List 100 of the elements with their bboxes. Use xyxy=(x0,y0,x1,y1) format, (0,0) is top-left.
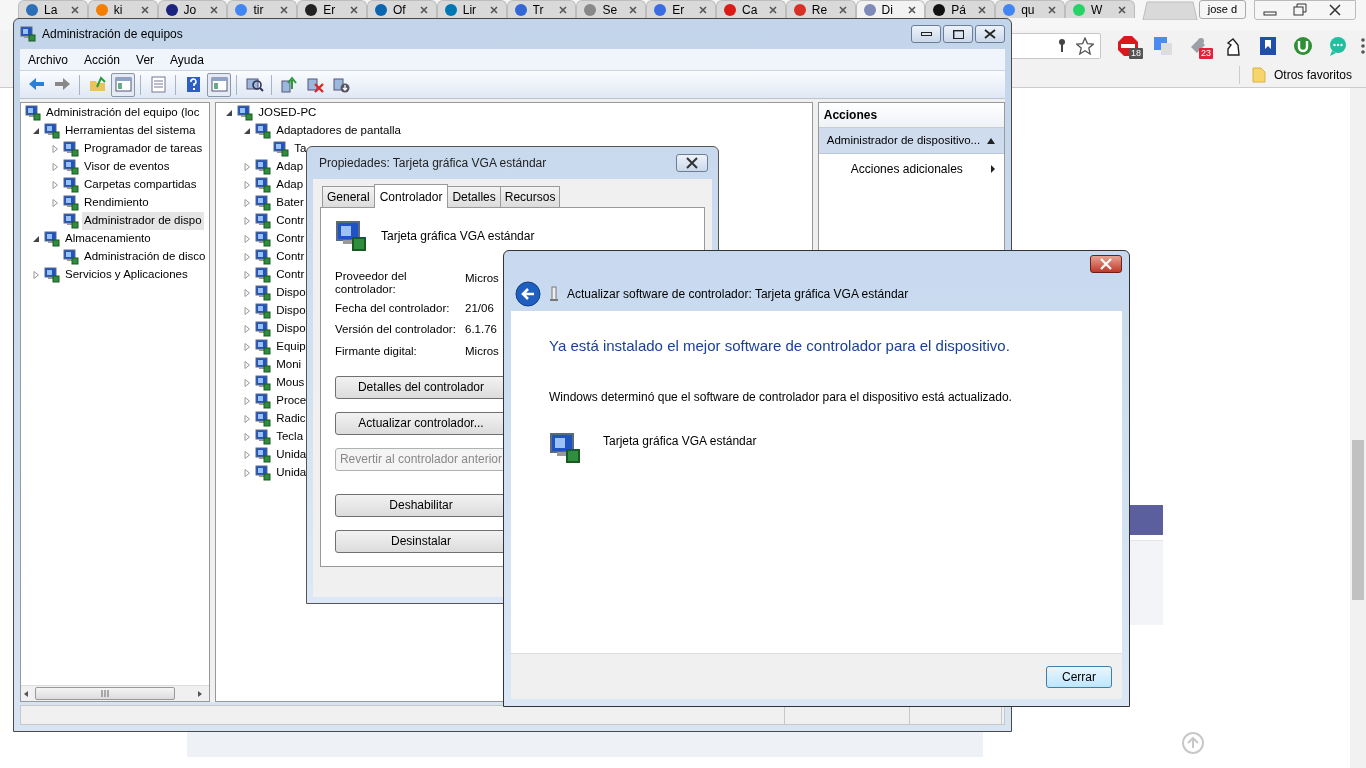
tree-item[interactable]: Dispo xyxy=(274,302,308,320)
menu-item[interactable]: Archivo xyxy=(20,50,76,69)
menu-item[interactable]: Acción xyxy=(76,50,129,69)
tab[interactable]: Recursos xyxy=(499,186,561,207)
tree-item[interactable]: Contr xyxy=(274,230,307,248)
tab[interactable]: Detalles xyxy=(447,186,501,207)
browser-tab[interactable]: La xyxy=(18,0,88,18)
torrent-icon[interactable] xyxy=(1292,35,1314,57)
close-icon[interactable] xyxy=(278,3,291,16)
browser-tab[interactable]: Pá xyxy=(925,0,996,18)
browser-tab[interactable]: ki xyxy=(87,0,158,18)
scrollbar-thumb[interactable] xyxy=(35,687,175,700)
expand-arrow-icon[interactable] xyxy=(242,306,253,316)
close-icon[interactable] xyxy=(487,3,500,16)
expand-arrow-icon[interactable] xyxy=(242,360,253,370)
close-icon[interactable] xyxy=(696,3,709,16)
minimize-button[interactable] xyxy=(911,25,941,43)
tree-item[interactable]: Servicios y Aplicaciones xyxy=(63,266,190,284)
tree-item[interactable]: Programador de tareas xyxy=(82,140,205,158)
browser-tab[interactable]: qu xyxy=(995,0,1065,18)
key-icon[interactable] xyxy=(1056,38,1068,54)
tree-item[interactable]: Administración del equipo (loc xyxy=(44,104,202,122)
menu-item[interactable]: Ver xyxy=(128,50,163,69)
tree-item[interactable]: Adap xyxy=(274,176,306,194)
tree-item[interactable]: Dispo xyxy=(274,320,308,338)
tree-item[interactable]: Unida xyxy=(274,464,309,482)
close-icon[interactable] xyxy=(68,3,81,16)
tree-item[interactable]: Carpetas compartidas xyxy=(82,176,199,194)
close-icon[interactable] xyxy=(836,3,849,16)
browser-tab[interactable]: Er xyxy=(646,0,716,18)
expand-arrow-icon[interactable] xyxy=(242,180,253,190)
browser-tab[interactable]: Of xyxy=(367,0,437,18)
profile-button[interactable]: jose d xyxy=(1198,0,1247,19)
tree-item[interactable]: Administración de disco xyxy=(82,248,208,266)
tree-item[interactable]: Contr xyxy=(274,248,307,266)
action-item[interactable]: Acciones adicionales xyxy=(818,154,1004,183)
browser-tab[interactable]: Lir xyxy=(436,0,507,18)
menu-icon[interactable] xyxy=(1360,37,1366,55)
tab[interactable]: General xyxy=(322,186,375,207)
expand-arrow-icon[interactable] xyxy=(50,198,60,208)
browser-tab[interactable]: Se xyxy=(576,0,647,18)
close-icon[interactable] xyxy=(417,3,430,16)
tree-item[interactable]: Rendimiento xyxy=(82,194,151,212)
browser-tab[interactable]: Di xyxy=(855,0,926,18)
browser-tab[interactable]: Tr xyxy=(506,0,577,18)
expand-arrow-icon[interactable] xyxy=(242,216,253,226)
expand-arrow-icon[interactable] xyxy=(242,324,253,334)
tree-item[interactable]: Herramientas del sistema xyxy=(63,122,198,140)
address-field[interactable] xyxy=(1012,33,1101,59)
close-icon[interactable] xyxy=(1115,3,1128,16)
close-icon[interactable] xyxy=(138,3,151,16)
bookmark-icon[interactable] xyxy=(1257,35,1279,57)
close-button[interactable] xyxy=(1090,255,1122,273)
collapse-arrow-icon[interactable] xyxy=(242,126,253,136)
tree-item[interactable]: Ta xyxy=(292,140,309,158)
expand-arrow-icon[interactable] xyxy=(31,270,41,280)
close-button[interactable] xyxy=(676,154,708,172)
tree-item[interactable]: Adap xyxy=(274,158,306,176)
close-icon[interactable] xyxy=(906,3,919,16)
tree-item[interactable]: Tecla xyxy=(274,428,306,446)
tree-item[interactable]: Almacenamiento xyxy=(63,230,153,248)
translate-icon[interactable] xyxy=(1152,35,1174,57)
expand-arrow-icon[interactable] xyxy=(242,234,253,244)
tree-item[interactable]: Contr xyxy=(274,266,307,284)
expand-arrow-icon[interactable] xyxy=(242,252,253,262)
browser-tab[interactable]: W xyxy=(1064,0,1135,18)
expand-arrow-icon[interactable] xyxy=(242,270,253,280)
expand-arrow-icon[interactable] xyxy=(242,288,253,298)
browser-tab[interactable]: Re xyxy=(785,0,856,18)
close-button[interactable]: Cerrar xyxy=(1046,665,1112,688)
tree-item[interactable]: JOSED-PC xyxy=(256,104,319,122)
expand-arrow-icon[interactable] xyxy=(242,342,253,352)
bookmark-link[interactable]: Otros favoritos xyxy=(1273,65,1352,84)
browser-tab[interactable]: Er xyxy=(297,0,367,18)
tab[interactable]: Controlador xyxy=(373,184,449,208)
browser-tab[interactable]: tir xyxy=(227,0,298,18)
collapse-arrow-icon[interactable] xyxy=(31,234,41,244)
star-icon[interactable] xyxy=(1076,37,1094,55)
tree-item[interactable]: Visor de eventos xyxy=(82,158,172,176)
expand-arrow-icon[interactable] xyxy=(50,180,60,190)
close-icon[interactable] xyxy=(766,3,779,16)
tree-item[interactable]: Bater xyxy=(274,194,306,212)
close-icon[interactable] xyxy=(348,3,360,16)
horizontal-scrollbar[interactable] xyxy=(21,685,210,701)
tree-item[interactable]: Radic xyxy=(274,410,308,428)
close-icon[interactable] xyxy=(208,3,221,16)
expand-arrow-icon[interactable] xyxy=(242,198,253,208)
tree-item[interactable]: Dispo xyxy=(274,284,308,302)
tree-item[interactable]: Moni xyxy=(274,356,304,374)
browser-tab[interactable]: Jo xyxy=(157,0,228,18)
pane-button[interactable] xyxy=(111,72,135,97)
tree-item[interactable]: Contr xyxy=(274,212,307,230)
tree-item[interactable]: Mous xyxy=(274,374,307,392)
tree-item[interactable]: Equip xyxy=(274,338,308,356)
tree-item[interactable]: Unida xyxy=(274,446,309,464)
menu-item[interactable]: Ayuda xyxy=(162,50,212,69)
close-icon[interactable] xyxy=(1045,3,1058,16)
expand-arrow-icon[interactable] xyxy=(242,414,253,424)
close-icon[interactable] xyxy=(627,3,640,16)
close-icon[interactable] xyxy=(976,3,989,16)
